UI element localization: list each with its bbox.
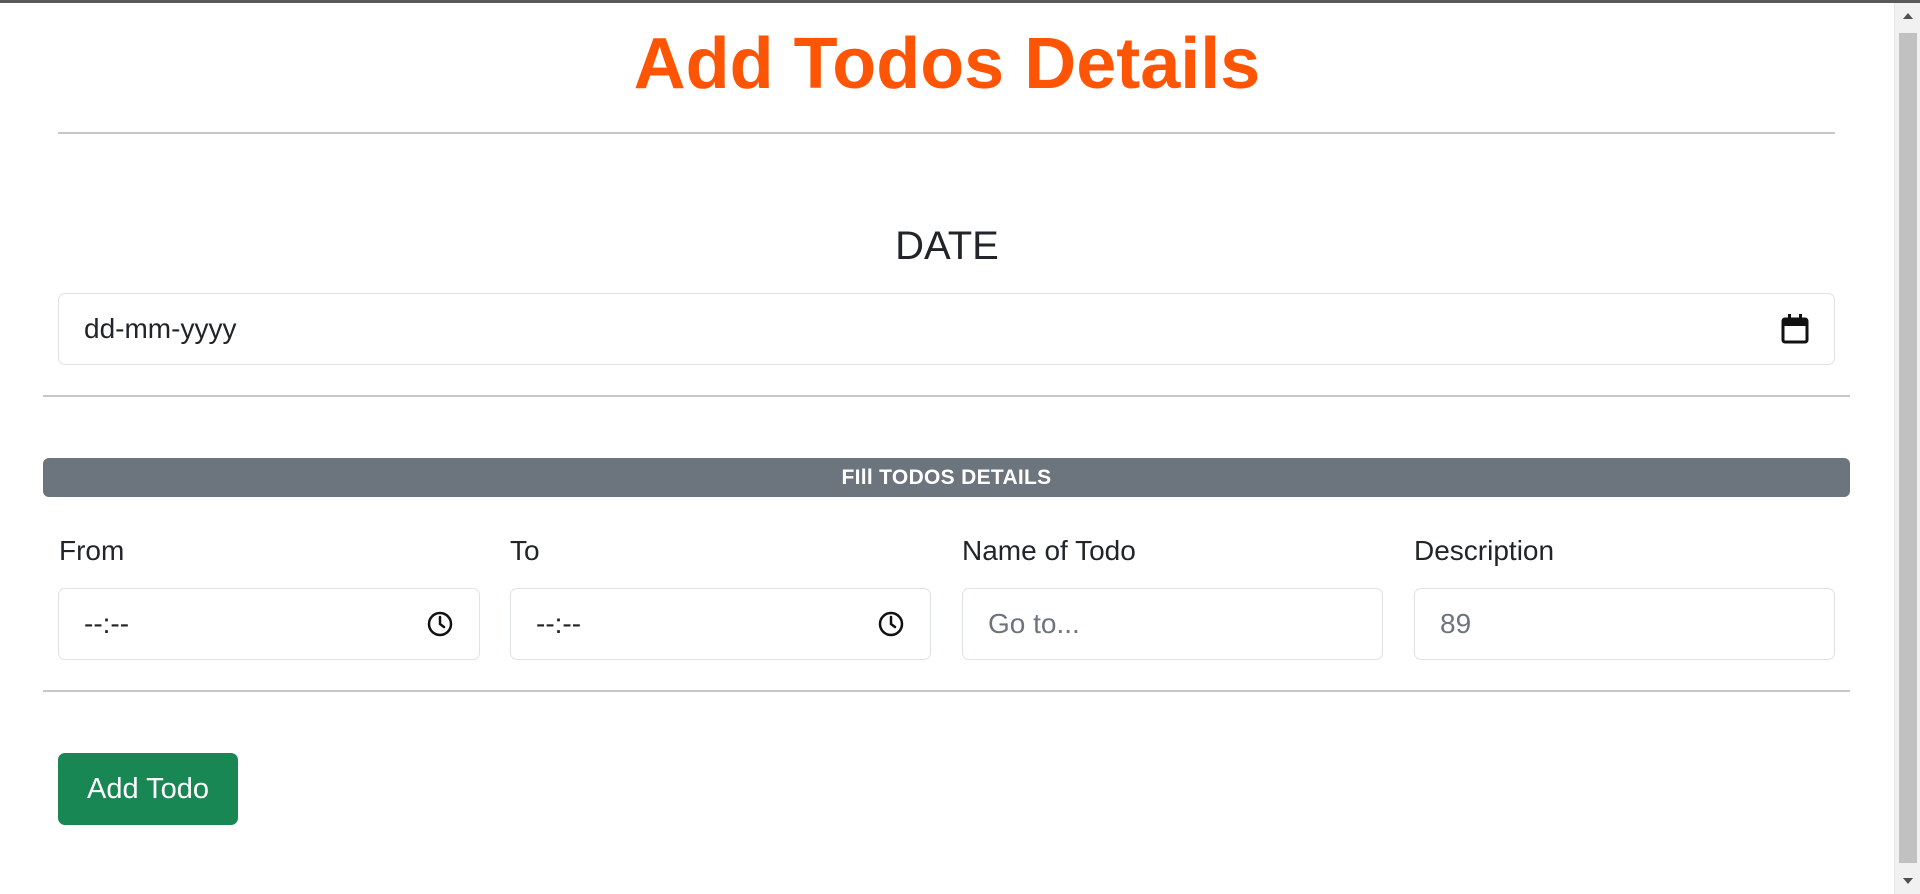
- page: Add Todos Details DATE dd-mm-yyyy FIll T…: [0, 0, 1894, 894]
- page-title: Add Todos Details: [633, 24, 1261, 104]
- from-time-input[interactable]: --:--: [58, 588, 480, 660]
- scroll-down-arrow-icon[interactable]: [1895, 870, 1920, 892]
- date-input-value: dd-mm-yyyy: [84, 313, 237, 344]
- from-label: From: [59, 535, 125, 566]
- clock-icon[interactable]: [874, 607, 908, 641]
- description-input[interactable]: 89: [1414, 588, 1835, 660]
- details-divider: [43, 690, 1850, 692]
- date-label: DATE: [895, 224, 999, 268]
- name-of-todo-placeholder: Go to...: [988, 608, 1080, 639]
- scrollbar-thumb[interactable]: [1899, 33, 1917, 863]
- description-placeholder: 89: [1440, 608, 1472, 639]
- vertical-scrollbar[interactable]: [1894, 3, 1920, 894]
- name-of-todo-input[interactable]: Go to...: [962, 588, 1383, 660]
- date-input[interactable]: dd-mm-yyyy: [58, 293, 1835, 365]
- scroll-up-arrow-icon[interactable]: [1895, 5, 1920, 27]
- name-of-todo-label: Name of Todo: [962, 535, 1136, 566]
- date-divider: [43, 395, 1850, 397]
- details-banner: FIll TODOS DETAILS: [43, 458, 1850, 497]
- to-time-value: --:--: [536, 608, 582, 639]
- to-time-input[interactable]: --:--: [510, 588, 931, 660]
- from-time-value: --:--: [84, 608, 130, 639]
- description-label: Description: [1414, 535, 1555, 566]
- clock-icon[interactable]: [423, 607, 457, 641]
- to-label: To: [510, 535, 540, 566]
- calendar-icon[interactable]: [1778, 312, 1812, 346]
- add-todo-button[interactable]: Add Todo: [58, 753, 238, 825]
- title-divider: [58, 132, 1835, 134]
